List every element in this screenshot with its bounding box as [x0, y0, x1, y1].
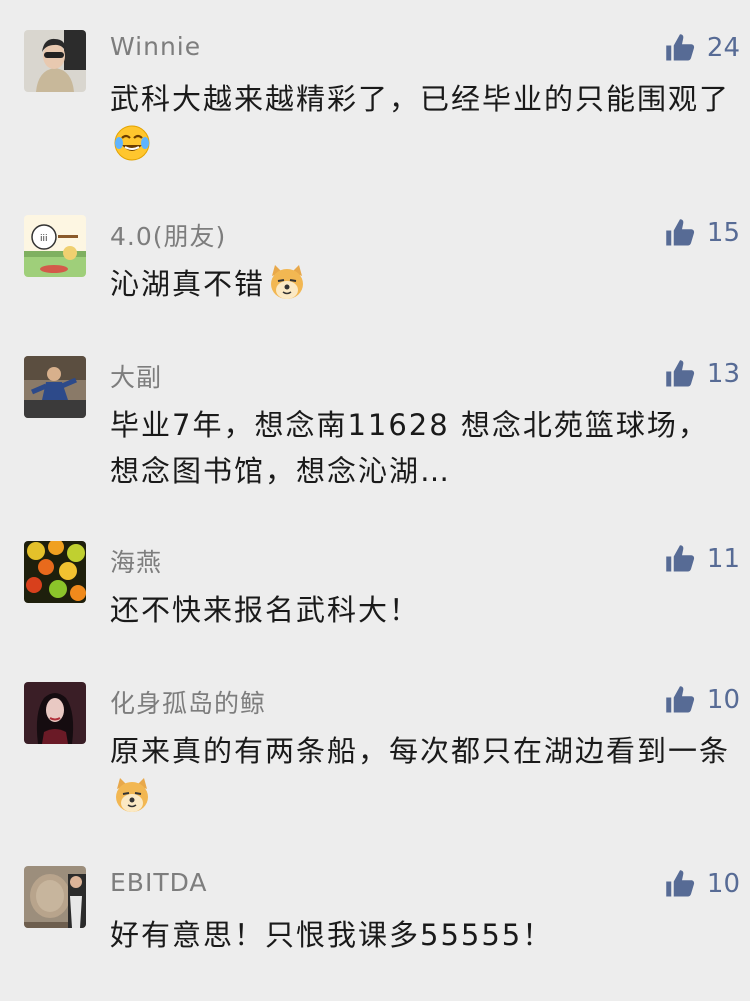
avatar[interactable]: [24, 356, 86, 418]
thumbs-up-icon: [666, 870, 695, 897]
like-count: 11: [706, 544, 740, 574]
like-button[interactable]: 10: [665, 684, 740, 716]
comment-list: Winnie 24 武科大越来越精彩了，已经毕业的只能围观了 iii 4.0(朋…: [0, 0, 750, 1001]
thumbs-up-icon: [666, 219, 695, 246]
thumbs-up-icon: [666, 545, 695, 572]
comment-text: 还不快来报名武科大！: [110, 593, 421, 627]
like-count: 15: [706, 218, 740, 248]
like-count: 10: [706, 869, 740, 899]
like-count: 10: [706, 685, 740, 715]
avatar[interactable]: iii: [24, 215, 86, 277]
thumbs-up-icon: [666, 34, 695, 61]
comment-body: 沁湖真不错: [110, 267, 266, 301]
like-button[interactable]: 13: [665, 358, 740, 390]
author-name[interactable]: EBITDA: [110, 868, 208, 897]
author-name[interactable]: 化身孤岛的鲸: [110, 684, 266, 720]
comment-body: 武科大越来越精彩了，已经毕业的只能围观了: [110, 82, 731, 116]
comment-text: 原来真的有两条船，每次都只在湖边看到一条: [110, 728, 730, 820]
doge-emoji: [271, 265, 304, 299]
author-name[interactable]: 海燕: [110, 543, 162, 579]
like-count: 24: [706, 33, 740, 63]
like-count: 13: [706, 359, 740, 389]
author-name[interactable]: Winnie: [110, 32, 201, 61]
comment-text: 好有意思！只恨我课多55555！: [110, 918, 554, 952]
avatar[interactable]: [24, 866, 86, 928]
svg-text:iii: iii: [40, 234, 48, 244]
like-button[interactable]: 10: [665, 868, 740, 900]
laughing-tears-emoji: [114, 125, 150, 161]
author-name[interactable]: 大副: [110, 358, 162, 394]
avatar[interactable]: [24, 682, 86, 744]
comment-text: 沁湖真不错: [110, 261, 730, 307]
comment-text: 武科大越来越精彩了，已经毕业的只能围观了: [110, 76, 730, 168]
author-name[interactable]: 4.0(朋友): [110, 217, 226, 253]
like-button[interactable]: 15: [665, 217, 740, 249]
like-button[interactable]: 11: [665, 543, 740, 575]
like-button[interactable]: 24: [665, 32, 740, 64]
thumbs-up-icon: [666, 360, 695, 387]
comment-text: 毕业7年，想念南11628 想念北苑篮球场，想念图书馆，想念沁湖…: [110, 408, 709, 488]
doge-emoji: [116, 778, 148, 812]
comment-body: 原来真的有两条船，每次都只在湖边看到一条: [110, 734, 731, 768]
avatar[interactable]: [24, 541, 86, 603]
avatar[interactable]: [24, 30, 86, 92]
thumbs-up-icon: [666, 686, 695, 713]
